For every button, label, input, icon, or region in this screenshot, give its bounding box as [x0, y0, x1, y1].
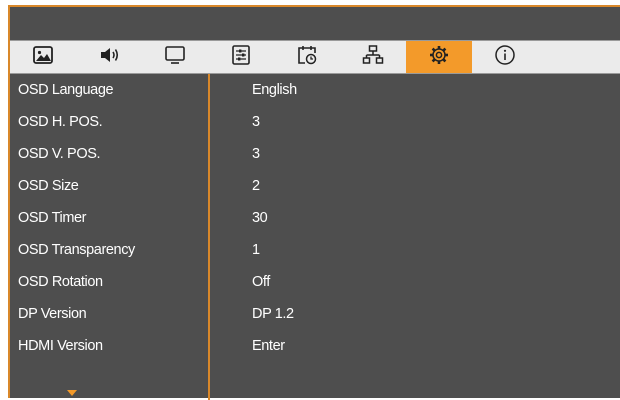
tab-schedule[interactable] — [274, 41, 340, 73]
menu-row-osd-timer[interactable]: OSD Timer 30 — [10, 202, 620, 234]
row-label: DP Version — [18, 306, 87, 322]
menu-row-osd-language[interactable]: OSD Language English — [10, 74, 620, 106]
row-label: OSD Size — [18, 178, 79, 194]
display-icon — [164, 44, 186, 71]
schedule-icon — [296, 44, 318, 71]
row-value: Enter — [252, 338, 285, 354]
row-value: 3 — [252, 114, 260, 130]
row-value: 3 — [252, 146, 260, 162]
menu-row-hdmi-version[interactable]: HDMI Version Enter — [10, 330, 620, 362]
tab-sound[interactable] — [76, 41, 142, 73]
row-value: 2 — [252, 178, 260, 194]
info-icon — [494, 44, 516, 71]
menu-row-osd-v-pos[interactable]: OSD V. POS. 3 — [10, 138, 620, 170]
menu-row-osd-h-pos[interactable]: OSD H. POS. 3 — [10, 106, 620, 138]
row-value: 30 — [252, 210, 268, 226]
row-label: OSD H. POS. — [18, 114, 103, 130]
row-value: Off — [252, 274, 270, 290]
picture-icon — [32, 44, 54, 71]
tab-network[interactable] — [340, 41, 406, 73]
row-value: 1 — [252, 242, 260, 258]
menu-row-osd-size[interactable]: OSD Size 2 — [10, 170, 620, 202]
row-label: OSD Rotation — [18, 274, 103, 290]
row-label: HDMI Version — [18, 338, 103, 354]
menu-row-osd-rotation[interactable]: OSD Rotation Off — [10, 266, 620, 298]
tab-settings[interactable] — [406, 41, 472, 73]
menu-row-osd-transparency[interactable]: OSD Transparency 1 — [10, 234, 620, 266]
row-label: OSD V. POS. — [18, 146, 101, 162]
tab-adjust[interactable] — [208, 41, 274, 73]
sound-icon — [98, 44, 120, 71]
settings-gear-icon — [428, 44, 450, 71]
row-value: English — [252, 82, 297, 98]
osd-tab-bar — [10, 40, 620, 74]
tab-info[interactable] — [472, 41, 538, 73]
osd-menu-panel: OSD Language English OSD H. POS. 3 OSD V… — [8, 5, 620, 400]
row-label: OSD Timer — [18, 210, 87, 226]
row-label: OSD Language — [18, 82, 114, 98]
scroll-down-arrow-icon[interactable] — [67, 390, 77, 396]
row-value: DP 1.2 — [252, 306, 294, 322]
tab-picture[interactable] — [10, 41, 76, 73]
row-label: OSD Transparency — [18, 242, 135, 258]
osd-settings-menu: OSD Language English OSD H. POS. 3 OSD V… — [10, 74, 620, 400]
network-icon — [362, 44, 384, 71]
adjust-icon — [230, 44, 252, 71]
menu-row-dp-version[interactable]: DP Version DP 1.2 — [10, 298, 620, 330]
tab-display[interactable] — [142, 41, 208, 73]
